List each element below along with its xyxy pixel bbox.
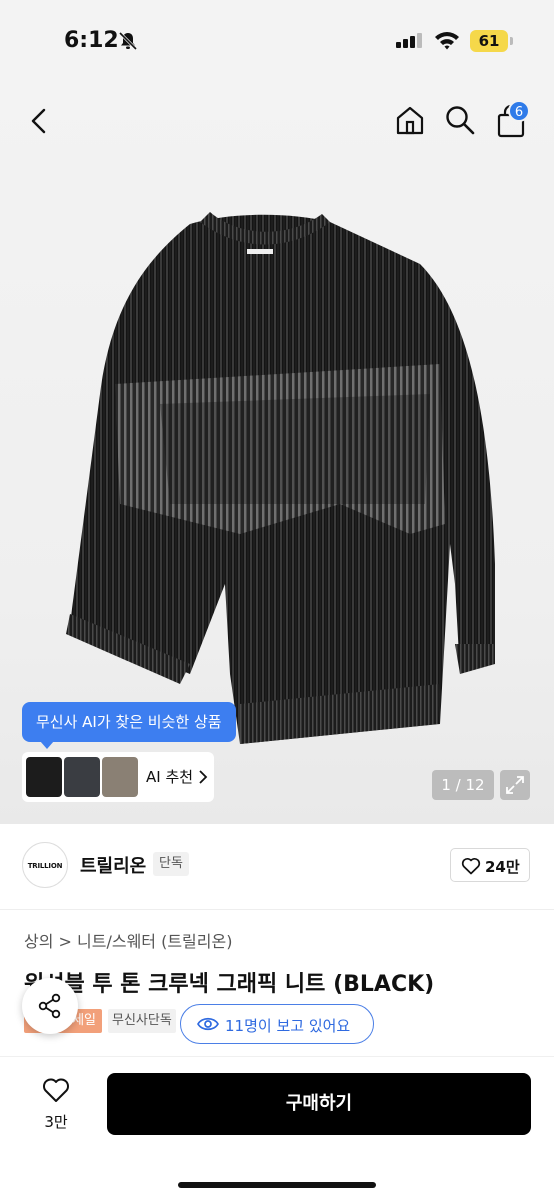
signal-icon	[396, 33, 422, 48]
chevron-right-icon	[199, 770, 208, 784]
viewers-count-pill: 11명이 보고 있어요	[180, 1004, 374, 1044]
expand-button[interactable]	[500, 770, 530, 800]
product-title: 워셔블 투 톤 크루넥 그래픽 니트 (BLACK)	[24, 972, 435, 997]
share-button[interactable]	[22, 978, 78, 1034]
bottom-action-bar: 3만 구매하기	[0, 1056, 554, 1200]
similar-product-thumbnail[interactable]	[26, 757, 62, 797]
heart-icon	[461, 858, 481, 875]
brand-like-count: 24만	[485, 858, 520, 876]
musinsa-exclusive-tag: 무신사단독	[108, 1009, 176, 1033]
buy-button[interactable]: 구매하기	[107, 1073, 531, 1135]
home-indicator	[178, 1182, 376, 1188]
ai-recommend-card[interactable]: AI 추천	[22, 752, 214, 802]
expand-icon	[506, 776, 524, 794]
heart-icon	[43, 1078, 69, 1102]
product-gallery[interactable]: 6 무신사 AI가 찾은 비슷한 상품 AI 추천 1 / 12	[0, 84, 554, 824]
brand-row[interactable]: TRILLION 트릴리온 단독 24만	[0, 824, 554, 910]
status-time: 6:12	[64, 28, 119, 53]
viewers-text: 11명이 보고 있어요	[225, 1017, 351, 1035]
share-icon	[38, 993, 61, 1019]
favorite-button[interactable]: 3만	[24, 1073, 88, 1137]
favorite-count: 3만	[44, 1113, 68, 1131]
eye-icon	[197, 1017, 219, 1031]
bell-slash-icon	[118, 31, 138, 51]
similar-product-thumbnail[interactable]	[102, 757, 138, 797]
brand-logo[interactable]: TRILLION	[22, 842, 68, 888]
ai-similar-tooltip[interactable]: 무신사 AI가 찾은 비슷한 상품	[22, 702, 236, 749]
search-icon[interactable]	[444, 104, 476, 136]
category-breadcrumb[interactable]: 상의 > 니트/스웨터 (트릴리온)	[24, 928, 232, 952]
back-icon[interactable]	[24, 106, 54, 136]
wifi-icon	[435, 32, 459, 50]
similar-product-thumbnail[interactable]	[64, 757, 100, 797]
status-bar: 6:12 61	[0, 0, 554, 84]
ai-recommend-label: AI 추천	[146, 768, 194, 786]
cart-count-badge: 6	[508, 100, 530, 122]
brand-like-button[interactable]: 24만	[450, 848, 530, 882]
battery-tip	[510, 37, 513, 45]
product-image	[66, 212, 495, 745]
image-counter: 1 / 12	[432, 770, 494, 800]
brand-exclusive-tag: 단독	[153, 852, 189, 876]
home-icon[interactable]	[394, 104, 426, 136]
battery-indicator: 61	[470, 30, 508, 52]
brand-name[interactable]: 트릴리온	[80, 852, 146, 878]
